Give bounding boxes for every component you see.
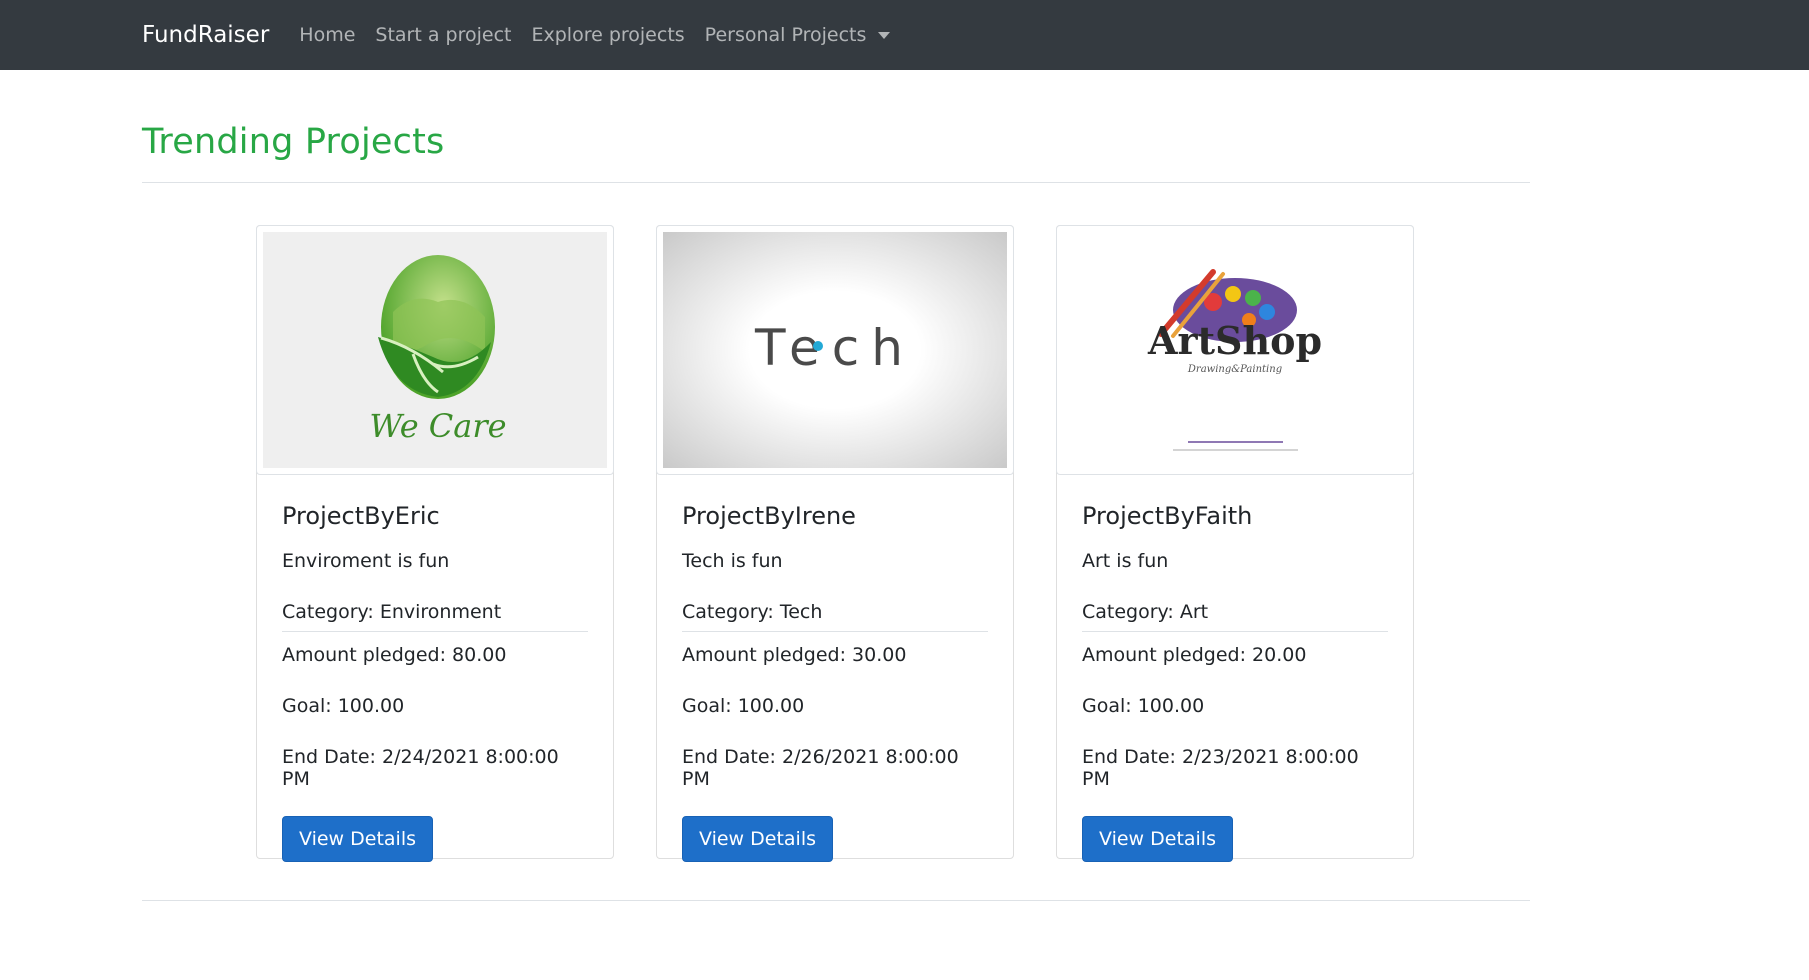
page-title: Trending Projects xyxy=(142,122,445,162)
project-title: ProjectByIrene xyxy=(682,502,856,530)
project-category: Category: Art xyxy=(1082,601,1388,632)
project-goal: Goal: 100.00 xyxy=(682,695,805,717)
nav-start-project[interactable]: Start a project xyxy=(375,24,511,46)
project-image-frame: Tech xyxy=(656,225,1014,475)
project-title: ProjectByEric xyxy=(282,502,440,530)
project-description: Art is fun xyxy=(1082,550,1169,572)
tech-logo-text: Tech xyxy=(754,319,915,377)
brand-link[interactable]: FundRaiser xyxy=(142,22,269,48)
project-end-date: End Date: 2/23/2021 8:00:00 PM xyxy=(1082,746,1359,790)
view-details-button[interactable]: View Details xyxy=(282,816,433,862)
nav-home[interactable]: Home xyxy=(299,24,355,46)
project-category: Category: Tech xyxy=(682,601,988,632)
view-details-button[interactable]: View Details xyxy=(682,816,833,862)
project-description: Enviroment is fun xyxy=(282,550,450,572)
chevron-down-icon xyxy=(878,32,891,39)
project-image-frame: ArtShop Drawing&Painting xyxy=(1056,225,1414,475)
project-title: ProjectByFaith xyxy=(1082,502,1253,530)
project-card-faith: ArtShop Drawing&Painting ProjectByFaith … xyxy=(1056,225,1414,862)
project-category: Category: Environment xyxy=(282,601,588,632)
artshop-logo-text: ArtShop xyxy=(1147,318,1322,363)
project-amount-pledged: Amount pledged: 20.00 xyxy=(1082,644,1307,666)
we-care-logo-image: We Care xyxy=(263,232,607,468)
nav-personal-projects-label: Personal Projects xyxy=(704,24,867,46)
project-end-date: End Date: 2/26/2021 8:00:00 PM xyxy=(682,746,959,790)
we-care-logo-text: We Care xyxy=(369,407,506,445)
project-image-frame: We Care xyxy=(256,225,614,475)
project-goal: Goal: 100.00 xyxy=(282,695,405,717)
nav-personal-projects-dropdown[interactable]: Personal Projects xyxy=(705,24,891,46)
card-body: ProjectByFaith Art is fun Category: Art … xyxy=(1057,474,1413,886)
project-card-eric: We Care ProjectByEric Enviroment is fun … xyxy=(256,225,614,862)
tech-logo-image: Tech xyxy=(663,232,1007,468)
artshop-logo-subtext: Drawing&Painting xyxy=(1187,364,1282,375)
project-goal: Goal: 100.00 xyxy=(1082,695,1205,717)
project-description: Tech is fun xyxy=(682,550,783,572)
view-details-button[interactable]: View Details xyxy=(1082,816,1233,862)
card-body: ProjectByEric Enviroment is fun Category… xyxy=(257,474,613,886)
project-card-irene: Tech ProjectByIrene Tech is fun Category… xyxy=(656,225,1014,862)
nav-explore-projects[interactable]: Explore projects xyxy=(531,24,684,46)
project-amount-pledged: Amount pledged: 80.00 xyxy=(282,644,507,666)
artshop-logo-image: ArtShop Drawing&Painting xyxy=(1063,232,1407,468)
card-body: ProjectByIrene Tech is fun Category: Tec… xyxy=(657,474,1013,886)
divider-top xyxy=(142,182,1530,183)
project-end-date: End Date: 2/24/2021 8:00:00 PM xyxy=(282,746,559,790)
divider-bottom xyxy=(142,900,1530,901)
navbar: FundRaiser Home Start a project Explore … xyxy=(0,0,1809,70)
project-amount-pledged: Amount pledged: 30.00 xyxy=(682,644,907,666)
